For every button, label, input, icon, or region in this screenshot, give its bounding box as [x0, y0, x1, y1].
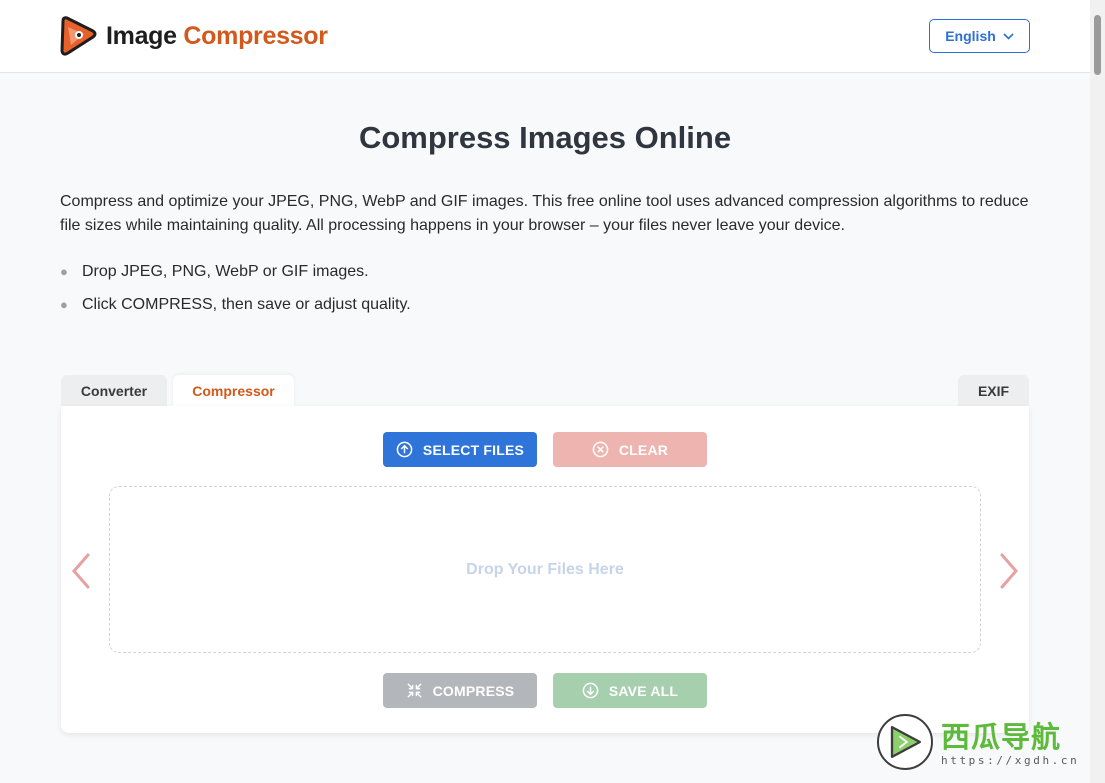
drop-zone-text: Drop Your Files Here	[466, 560, 624, 578]
play-arrow-logo-icon	[60, 16, 97, 56]
clear-button[interactable]: CLEAR	[553, 432, 707, 467]
watermelon-logo-icon	[877, 714, 933, 770]
header: Image Compressor English	[0, 0, 1090, 73]
clear-label: CLEAR	[618, 441, 669, 458]
list-item: ● Drop JPEG, PNG, WebP or GIF images.	[60, 255, 411, 288]
chevron-right-icon[interactable]	[999, 553, 1019, 589]
download-icon	[582, 682, 599, 699]
clear-icon	[592, 441, 609, 458]
upload-icon	[396, 441, 413, 458]
save-all-label: SAVE ALL	[608, 682, 679, 699]
tab-converter[interactable]: Converter	[61, 375, 167, 407]
chevron-down-icon	[1003, 32, 1014, 40]
save-all-button[interactable]: SAVE ALL	[553, 673, 707, 708]
select-files-label: SELECT FILES	[422, 441, 525, 458]
compress-arrows-icon	[407, 683, 422, 698]
bullet-text: Drop JPEG, PNG, WebP or GIF images.	[82, 262, 369, 280]
watermark-title: 西瓜导航	[941, 722, 1062, 754]
logo-text: Image Compressor	[106, 22, 328, 51]
bullet-icon: ●	[60, 297, 68, 312]
tab-exif[interactable]: EXIF	[958, 375, 1029, 407]
logo-word-image: Image	[106, 21, 177, 50]
bullet-text: Click COMPRESS, then save or adjust qual…	[82, 295, 411, 313]
scrollbar-thumb[interactable]	[1094, 15, 1101, 75]
language-label: English	[945, 28, 996, 44]
compress-button[interactable]: COMPRESS	[383, 673, 537, 708]
logo[interactable]: Image Compressor	[59, 15, 328, 57]
compress-label: COMPRESS	[432, 682, 515, 699]
language-select[interactable]: English	[929, 19, 1030, 53]
tab-compressor[interactable]: Compressor	[173, 375, 294, 407]
list-item: ● Click COMPRESS, then save or adjust qua…	[60, 288, 411, 321]
select-files-button[interactable]: SELECT FILES	[383, 432, 537, 467]
logo-word-compressor: Compressor	[183, 21, 328, 50]
chevron-left-icon[interactable]	[71, 553, 91, 589]
bullet-icon: ●	[60, 264, 68, 279]
watermark: 西瓜导航 https://xgdh.cn	[877, 712, 1092, 772]
intro-text: Compress and optimize your JPEG, PNG, We…	[60, 193, 1029, 234]
instructions-list: ● Drop JPEG, PNG, WebP or GIF images. ● Cl…	[60, 255, 411, 321]
scrollbar-track[interactable]	[1090, 0, 1105, 783]
watermark-url: https://xgdh.cn	[941, 754, 1080, 767]
drop-zone[interactable]: Drop Your Files Here	[109, 486, 981, 653]
page-title: Compress Images Online	[358, 120, 732, 155]
